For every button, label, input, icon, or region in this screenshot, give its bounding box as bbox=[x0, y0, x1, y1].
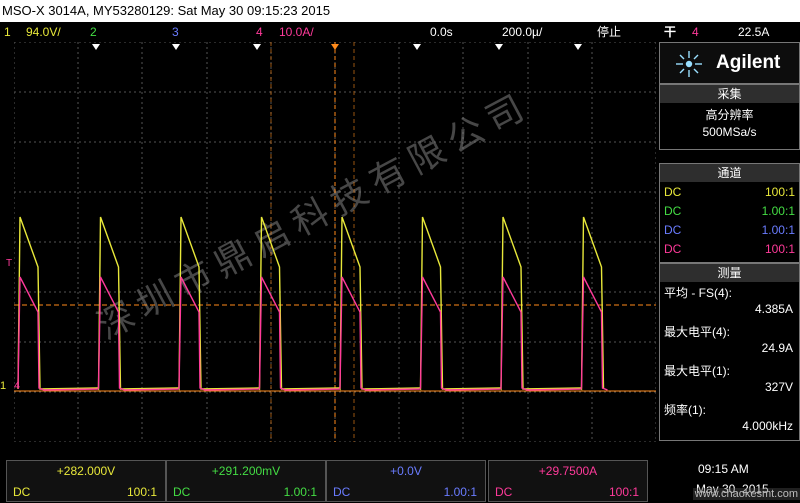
meas-value-3: 327V bbox=[764, 380, 793, 394]
ch4-offset-box[interactable]: +29.7500A DC 100:1 bbox=[488, 460, 648, 502]
ch3-number[interactable]: 3 bbox=[172, 22, 179, 42]
channel-row-2[interactable]: DC 1.00:1 bbox=[664, 202, 795, 220]
channel-row-1[interactable]: DC 100:1 bbox=[664, 183, 795, 201]
agilent-spark-icon bbox=[676, 51, 702, 77]
rising-edge-icon: ⼲ bbox=[664, 25, 677, 39]
timebase-value[interactable]: 200.0µ/ bbox=[502, 22, 542, 42]
brand-logo: Agilent bbox=[659, 42, 800, 84]
window-title: MSO-X 3014A, MY53280129: Sat May 30 09:1… bbox=[0, 0, 800, 22]
channels-header[interactable]: 通道 bbox=[659, 163, 800, 183]
watermark-layer: 深圳市鼎启科技有限公司 bbox=[91, 85, 537, 348]
time-marker bbox=[574, 44, 582, 50]
status-bar: 1 94.0V/ 2 3 4 10.0A/ 0.0s 200.0µ/ 停止 ⼲ … bbox=[0, 22, 800, 42]
trigger-level[interactable]: 22.5A bbox=[738, 22, 769, 42]
acquisition-header[interactable]: 采集 bbox=[659, 84, 800, 104]
meas-value-1: 4.385A bbox=[754, 302, 793, 316]
ch1-offset-box[interactable]: +282.000V DC 100:1 bbox=[6, 460, 166, 502]
measurements-panel: 平均 - FS(4): 4.385A 最大电平(4): 24.9A 最大电平(1… bbox=[659, 282, 800, 441]
clock-time: 09:15 AM bbox=[698, 462, 749, 476]
acq-rate: 500MSa/s bbox=[702, 125, 757, 139]
measurements-header[interactable]: 测量 bbox=[659, 263, 800, 283]
time-marker bbox=[253, 44, 261, 50]
time-marker bbox=[413, 44, 421, 50]
meas-value-4: 4.000kHz bbox=[742, 419, 793, 433]
bottom-bar: +282.000V DC 100:1 +291.200mV DC 1.00:1 … bbox=[0, 458, 800, 503]
clock: 09:15 AM May 30, 2015 www.chaokesmt.com bbox=[660, 460, 800, 500]
time-marker bbox=[172, 44, 180, 50]
time-marker bbox=[495, 44, 503, 50]
channel-row-4[interactable]: DC 100:1 bbox=[664, 240, 795, 258]
run-state[interactable]: 停止 bbox=[597, 22, 621, 42]
acq-mode: 高分辨率 bbox=[705, 108, 754, 122]
meas-value-2: 24.9A bbox=[761, 341, 793, 355]
trigger-source: 4 bbox=[692, 25, 699, 39]
meas-label-4: 频率(1): bbox=[664, 403, 707, 417]
site-watermark: www.chaokesmt.com bbox=[692, 488, 800, 500]
delay-value[interactable]: 0.0s bbox=[430, 22, 453, 42]
waveform-display[interactable]: 深圳市鼎启科技有限公司 bbox=[13, 41, 657, 443]
channel-row-3[interactable]: DC 1.00:1 bbox=[664, 221, 795, 239]
brand-name: Agilent bbox=[716, 52, 781, 73]
ch1-number[interactable]: 1 bbox=[4, 22, 11, 42]
ch1-scale[interactable]: 94.0V/ bbox=[26, 22, 61, 42]
ch4-number[interactable]: 4 bbox=[256, 22, 263, 42]
channels-panel: DC 100:1 DC 1.00:1 DC 1.00:1 DC 100:1 bbox=[659, 182, 800, 263]
time-marker bbox=[92, 44, 100, 50]
trigger-marker: T bbox=[6, 258, 13, 269]
ch3-offset-box[interactable]: +0.0V DC 1.00:1 bbox=[326, 460, 486, 502]
ch2-number[interactable]: 2 bbox=[90, 22, 97, 42]
ch4-ground-marker[interactable]: 4 bbox=[14, 380, 20, 392]
ch4-scale[interactable]: 10.0A/ bbox=[279, 22, 314, 42]
acquisition-panel: 高分辨率 500MSa/s bbox=[659, 103, 800, 150]
meas-label-1: 平均 - FS(4): bbox=[664, 286, 732, 300]
time-markers bbox=[92, 44, 582, 50]
ch2-offset-box[interactable]: +291.200mV DC 1.00:1 bbox=[166, 460, 326, 502]
time-marker bbox=[331, 44, 339, 50]
meas-label-3: 最大电平(1): bbox=[664, 364, 731, 378]
sidebar: Agilent 采集 高分辨率 500MSa/s 通道 DC 100:1 DC 1.… bbox=[659, 42, 800, 442]
watermark-text: 深圳市鼎启科技有限公司 bbox=[91, 85, 537, 348]
ch1-ground-marker[interactable]: 1 bbox=[0, 380, 6, 392]
waveform-graph: 深圳市鼎启科技有限公司 bbox=[13, 41, 657, 443]
meas-label-2: 最大电平(4): bbox=[664, 325, 731, 339]
